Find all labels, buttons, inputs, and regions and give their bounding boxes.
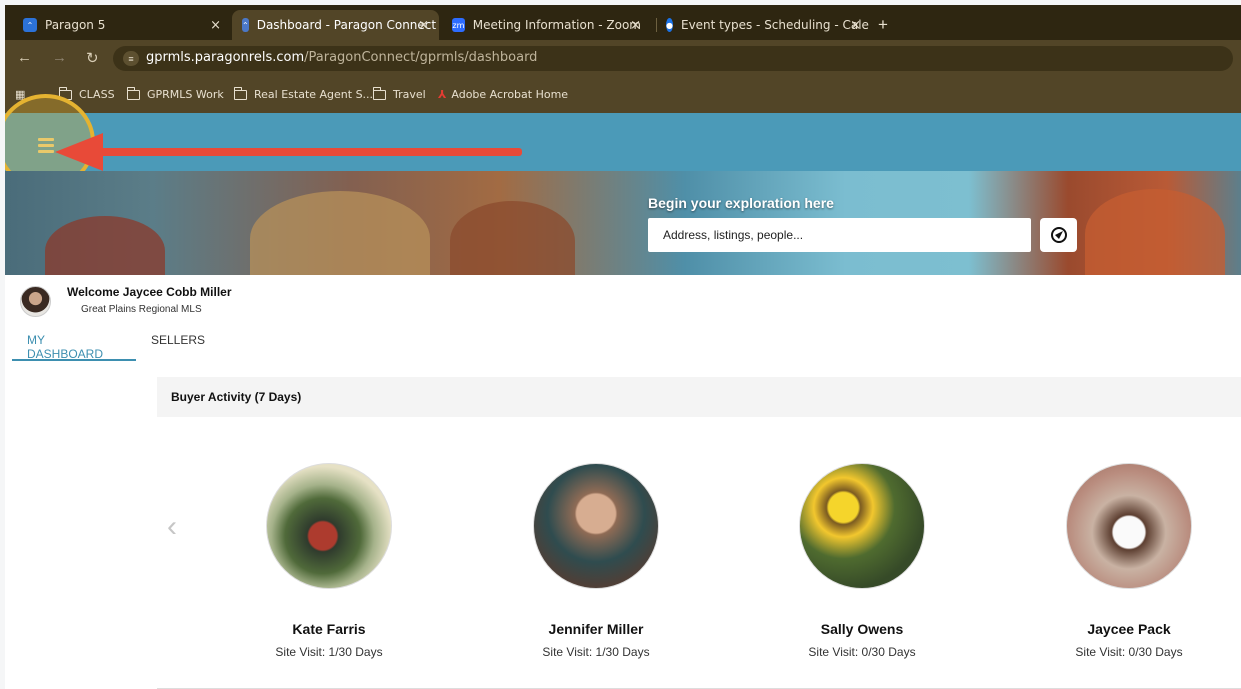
buyer-photo (799, 463, 925, 589)
buyer-name: Kate Farris (292, 621, 366, 637)
close-icon[interactable]: × (850, 18, 861, 33)
coral-decoration (450, 201, 575, 275)
location-button[interactable] (1040, 218, 1077, 252)
dashboard-tabs: MY DASHBOARD SELLERS (12, 327, 220, 361)
bookmark-travel[interactable]: Travel (372, 86, 426, 101)
panel-title: Buyer Activity (7 Days) (157, 377, 1241, 417)
browser-tab-scheduling[interactable]: ● Event types - Scheduling - Cale × (656, 10, 871, 40)
buyer-name: Jaycee Pack (1087, 621, 1171, 637)
tab-sellers[interactable]: SELLERS (136, 327, 220, 361)
coral-decoration (45, 216, 165, 275)
buyer-photo (533, 463, 659, 589)
buyer-name: Jennifer Miller (548, 621, 644, 637)
tab-my-dashboard[interactable]: MY DASHBOARD (12, 327, 136, 361)
buyer-photo (1066, 463, 1192, 589)
app-header (5, 113, 1241, 171)
buyer-site-visit: Site Visit: 1/30 Days (542, 645, 650, 659)
menu-hamburger-icon[interactable] (38, 138, 54, 156)
url-domain: gprmls.paragonrels.com (146, 50, 305, 65)
browser-tab-zoom[interactable]: zm Meeting Information - Zoom × (442, 10, 651, 40)
url-path: /ParagonConnect/gprmls/dashboard (304, 50, 538, 65)
welcome-message: Welcome Jaycee Cobb Miller (67, 285, 232, 299)
buyer-card-jennifer-miller[interactable]: Jennifer Miller Site Visit: 1/30 Days (496, 463, 696, 659)
paragon-icon: ⌃ (242, 18, 249, 32)
browser-tabstrip: ⌃ Paragon 5 × ⌃ Dashboard - Paragon Connect… (5, 5, 1241, 40)
bookmark-adobe[interactable]: ⅄ Adobe Acrobat Home (438, 88, 568, 101)
buyer-name: Sally Owens (820, 621, 904, 637)
calendly-icon: ● (666, 18, 673, 32)
close-icon[interactable]: × (418, 18, 429, 33)
browser-toolbar: ← → ↻ ≡ gprmls.paragonrels.com/ParagonCo… (5, 40, 1241, 76)
bookmarks-bar: ▦ CLASS GPRMLS Work Real Estate Agent S.… (5, 76, 1241, 113)
annotation-arrow-line (100, 148, 522, 156)
buyer-card-jaycee-pack[interactable]: Jaycee Pack Site Visit: 0/30 Days (1029, 463, 1229, 659)
annotation-arrow-head (55, 133, 103, 171)
hero-banner: Begin your exploration here (5, 171, 1241, 275)
zoom-icon: zm (452, 18, 465, 32)
hero-label: Begin your exploration here (648, 195, 834, 211)
coral-decoration (250, 191, 430, 275)
global-search-input[interactable] (648, 218, 1031, 252)
buyer-photo (266, 463, 392, 589)
coral-decoration (1085, 189, 1225, 275)
user-avatar[interactable] (20, 286, 51, 317)
back-icon[interactable]: ← (17, 49, 32, 66)
organization-name: Great Plains Regional MLS (81, 304, 202, 315)
site-settings-icon[interactable]: ≡ (123, 51, 139, 66)
bookmark-real-estate[interactable]: Real Estate Agent S... (233, 86, 373, 101)
bookmark-gprmls-work[interactable]: GPRMLS Work (126, 86, 224, 101)
forward-icon[interactable]: → (52, 49, 67, 66)
browser-tab-paragon5[interactable]: ⌃ Paragon 5 × (13, 10, 231, 40)
adobe-acrobat-icon: ⅄ (438, 88, 447, 101)
buyer-site-visit: Site Visit: 0/30 Days (808, 645, 916, 659)
new-tab-button[interactable]: + (878, 15, 888, 35)
reload-icon[interactable]: ↻ (86, 49, 99, 67)
folder-icon (126, 86, 140, 100)
browser-tab-dashboard[interactable]: ⌃ Dashboard - Paragon Connect × (232, 10, 439, 40)
close-icon[interactable]: × (210, 18, 221, 33)
buyer-card-kate-farris[interactable]: Kate Farris Site Visit: 1/30 Days (229, 463, 429, 659)
folder-icon (233, 86, 247, 100)
buyer-site-visit: Site Visit: 1/30 Days (275, 645, 383, 659)
address-bar[interactable]: ≡ gprmls.paragonrels.com/ParagonConnect/… (113, 46, 1233, 71)
close-icon[interactable]: × (630, 18, 641, 33)
location-target-icon (1050, 227, 1067, 243)
browser-window: ⌃ Paragon 5 × ⌃ Dashboard - Paragon Connect… (5, 5, 1241, 689)
paragon-icon: ⌃ (23, 18, 37, 32)
previous-arrow-icon[interactable]: ‹ (167, 510, 177, 544)
buyer-site-visit: Site Visit: 0/30 Days (1075, 645, 1183, 659)
folder-icon (372, 86, 386, 100)
buyer-activity-panel: Buyer Activity (7 Days) ‹ Kate Farris Si… (157, 377, 1241, 689)
buyer-card-sally-owens[interactable]: Sally Owens Site Visit: 0/30 Days (762, 463, 962, 659)
